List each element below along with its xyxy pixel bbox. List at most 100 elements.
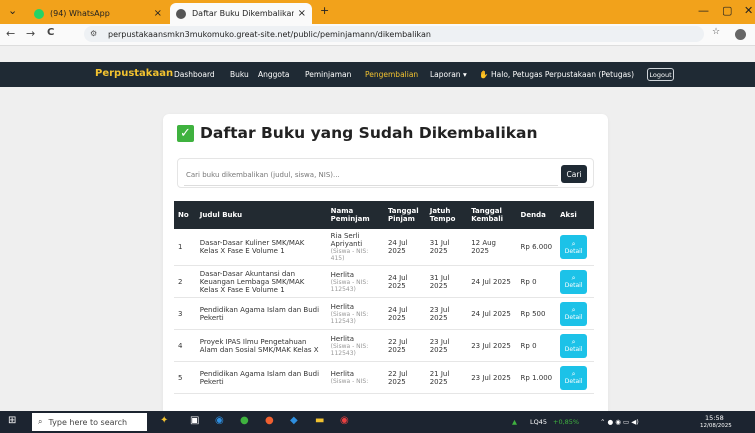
taskbar-search[interactable]: ⌕ Type here to search: [32, 413, 147, 431]
returned-books-card: ✓ Daftar Buku yang Sudah Dikembalikan Ca…: [163, 114, 608, 411]
nav-pengembalian[interactable]: Pengembalian: [365, 70, 418, 79]
edge-icon[interactable]: ◉: [215, 415, 224, 426]
cell-peminjam: Ria Serli Apriyanti (Siswa - NIS: 415): [326, 229, 384, 266]
page-content: ✓ Daftar Buku yang Sudah Dikembalikan Ca…: [0, 87, 755, 411]
widget-icon[interactable]: ✦: [160, 415, 168, 426]
cell-kembali: 23 Jul 2025: [467, 329, 517, 362]
cell-no: 4: [174, 329, 196, 362]
borrower-name: Herlita: [330, 270, 355, 279]
close-window-button[interactable]: ✕: [744, 4, 753, 17]
close-tab-icon[interactable]: ×: [154, 8, 162, 19]
clock-date[interactable]: 12/08/2025: [700, 423, 732, 429]
close-tab-icon[interactable]: ×: [298, 8, 306, 19]
search-input[interactable]: [184, 165, 558, 186]
cell-denda: Rp 500: [516, 297, 557, 330]
cell-peminjam: Herlita (Siswa - NIS: 112543): [326, 329, 384, 362]
table-body: 1 Dasar-Dasar Kuliner SMK/MAK Kelas X Fas…: [174, 229, 594, 394]
cell-denda: Rp 6.000: [516, 229, 557, 266]
stock-chart-icon: ▲: [512, 418, 517, 426]
brand-logo[interactable]: Perpustakaan: [95, 68, 173, 79]
nav-laporan-dropdown[interactable]: Laporan ▾: [430, 70, 467, 79]
stock-name[interactable]: LQ45: [530, 418, 547, 426]
minimize-button[interactable]: —: [698, 4, 709, 17]
col-kembali: Tanggal Kembali: [467, 201, 517, 229]
col-judul: Judul Buku: [195, 201, 327, 229]
url-text: perpustakaansmkn3mukomuko.great-site.net…: [108, 29, 431, 39]
cell-pinjam: 22 Jul 2025: [383, 329, 426, 362]
cell-denda: Rp 1.000: [516, 361, 557, 394]
col-nama: Nama Peminjam: [326, 201, 384, 229]
new-tab-button[interactable]: +: [320, 4, 329, 17]
table-row: 4 Proyek IPAS Ilmu Pengetahuan Alam dan S…: [174, 329, 594, 362]
cell-judul: Proyek IPAS Ilmu Pengetahuan Alam dan So…: [195, 329, 327, 362]
cell-tempo: 31 Jul 2025: [425, 265, 468, 298]
search-form: Cari: [177, 158, 594, 188]
cell-judul: Dasar-Dasar Kuliner SMK/MAK Kelas X Fase…: [195, 229, 327, 266]
cell-tempo: 21 Jul 2025: [425, 361, 468, 394]
nav-anggota[interactable]: Anggota: [258, 70, 290, 79]
url-field[interactable]: ⚙ perpustakaansmkn3mukomuko.great-site.n…: [84, 26, 704, 42]
cell-peminjam: Herlita (Siswa - NIS:: [326, 361, 384, 394]
task-view-icon[interactable]: ▣: [190, 415, 199, 426]
cell-kembali: 24 Jul 2025: [467, 265, 517, 298]
back-icon[interactable]: ←: [6, 27, 15, 40]
store-icon[interactable]: ◆: [290, 415, 298, 426]
magnifier-icon: ⌕: [571, 239, 576, 248]
cell-denda: Rp 0: [516, 265, 557, 298]
detail-button[interactable]: ⌕ Detail: [560, 301, 588, 326]
page-heading: ✓ Daftar Buku yang Sudah Dikembalikan: [177, 124, 538, 142]
tab-list-icon[interactable]: ⌄: [8, 4, 17, 17]
cell-peminjam: Herlita (Siswa - NIS: 112543): [326, 297, 384, 330]
cell-no: 5: [174, 361, 196, 394]
detail-label: Detail: [564, 378, 583, 385]
tab-daftar-buku[interactable]: Daftar Buku Dikembalikan ×: [170, 3, 312, 24]
borrower-name: Herlita: [330, 302, 355, 311]
cell-no: 2: [174, 265, 196, 298]
nav-buku[interactable]: Buku: [230, 70, 249, 79]
table-row: 1 Dasar-Dasar Kuliner SMK/MAK Kelas X Fas…: [174, 229, 594, 266]
borrower-nis: (Siswa - NIS: 112543): [330, 310, 369, 325]
logout-button[interactable]: Logout: [647, 68, 674, 81]
cell-no: 3: [174, 297, 196, 330]
chrome-icon[interactable]: ●: [265, 415, 274, 426]
detail-button[interactable]: ⌕ Detail: [560, 269, 588, 294]
detail-button[interactable]: ⌕ Detail: [560, 235, 588, 259]
cell-pinjam: 24 Jul 2025: [383, 265, 426, 298]
cell-kembali: 12 Aug 2025: [467, 229, 517, 266]
col-tempo: Jatuh Tempo: [425, 201, 468, 229]
tab-title: Daftar Buku Dikembalikan: [192, 9, 294, 18]
app-navbar: Perpustakaan Dashboard Buku Anggota Pemi…: [0, 62, 755, 87]
bookmark-star-icon[interactable]: ☆: [712, 27, 720, 37]
table-row: 5 Pendidikan Agama Islam dan Budi Pekerti…: [174, 361, 594, 394]
detail-label: Detail: [564, 314, 583, 321]
magnifier-icon: ⌕: [571, 338, 576, 346]
profile-avatar[interactable]: [735, 29, 746, 40]
borrower-name: Ria Serli Apriyanti: [330, 232, 363, 248]
cell-judul: Pendidikan Agama Islam dan Budi Pekerti: [195, 297, 327, 330]
windows-start-icon[interactable]: ⊞: [8, 415, 16, 426]
maximize-button[interactable]: ▢: [722, 4, 732, 17]
site-settings-icon[interactable]: ⚙: [90, 29, 102, 39]
cell-pinjam: 24 Jul 2025: [383, 297, 426, 330]
table-header-row: No Judul Buku Nama Peminjam Tanggal Pinj…: [174, 201, 594, 229]
tray-icons[interactable]: ⌃ ● ◉ ▭ ◀): [600, 418, 639, 426]
nav-dashboard[interactable]: Dashboard: [174, 70, 215, 79]
nav-peminjaman[interactable]: Peminjaman: [305, 70, 351, 79]
cell-pinjam: 22 Jul 2025: [383, 361, 426, 394]
borrower-nis: (Siswa - NIS:: [330, 378, 369, 385]
explorer-icon[interactable]: ▬: [315, 415, 324, 426]
browser-tab-strip: ⌄ (94) WhatsApp × Daftar Buku Dikembalik…: [0, 0, 755, 24]
col-no: No: [174, 201, 196, 229]
forward-icon[interactable]: →: [26, 27, 35, 40]
detail-button[interactable]: ⌕ Detail: [560, 333, 588, 358]
clock-time[interactable]: 15:58: [705, 414, 724, 422]
cell-tempo: 31 Jul 2025: [425, 229, 468, 266]
search-button[interactable]: Cari: [561, 165, 587, 183]
reload-icon[interactable]: C: [47, 27, 54, 38]
tab-whatsapp[interactable]: (94) WhatsApp ×: [28, 3, 168, 24]
cell-tempo: 23 Jul 2025: [425, 297, 468, 330]
app-icon[interactable]: ●: [240, 415, 249, 426]
search-icon: ⌕: [38, 417, 43, 426]
detail-button[interactable]: ⌕ Detail: [560, 365, 588, 390]
browser-icon[interactable]: ◉: [340, 415, 349, 426]
